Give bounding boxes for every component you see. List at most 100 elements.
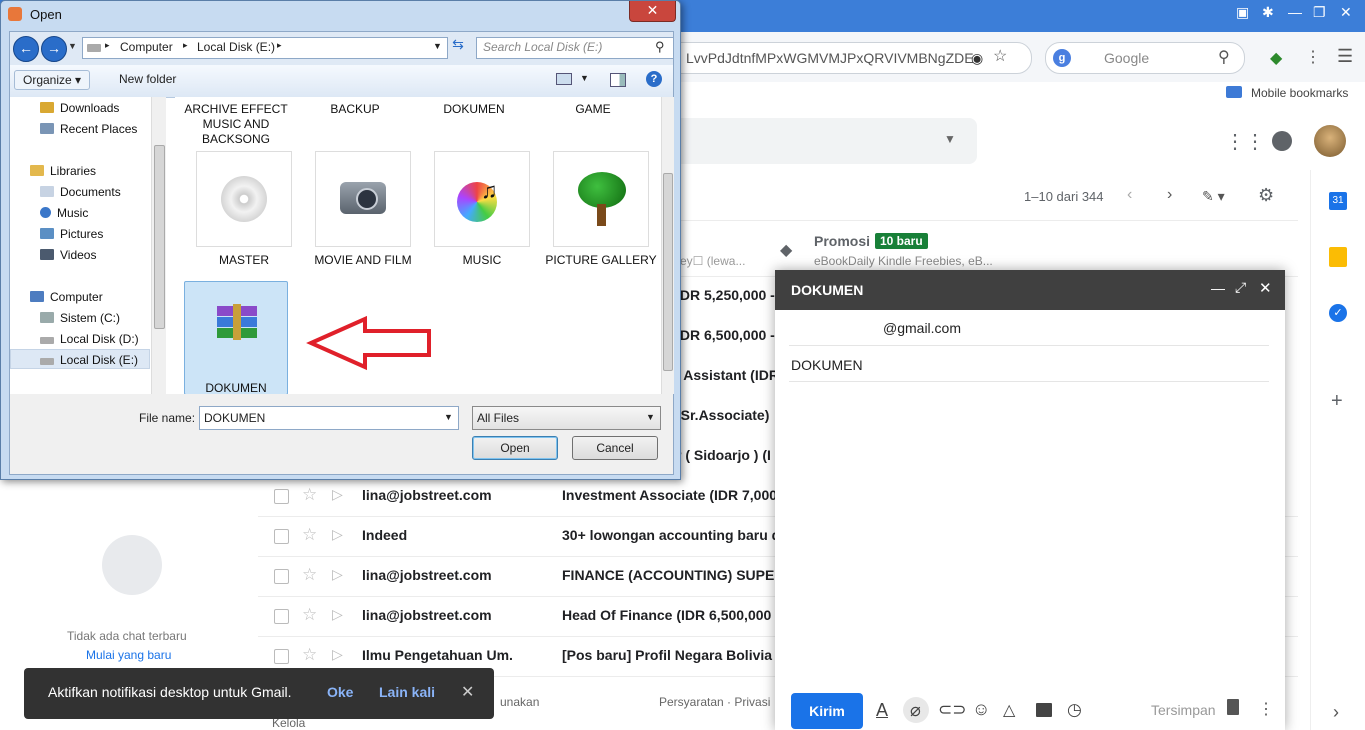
mobile-bookmarks[interactable]: Mobile bookmarks [1251,86,1348,100]
search-icon[interactable]: ⚲ [655,39,665,55]
folder-item-movie[interactable]: MOVIE AND FILM [298,151,428,267]
dialog-search-input[interactable]: Search Local Disk (E:) ⚲ [476,37,674,59]
insert-photo-icon[interactable] [1036,703,1052,717]
next-page-icon[interactable]: › [1167,186,1172,204]
footer-left-text[interactable]: unakan [500,695,539,709]
filename-input[interactable]: DOKUMEN ▼ [199,406,459,430]
input-tools-icon[interactable]: ✎ ▾ [1202,188,1225,205]
browser-extension-icon[interactable]: ▣ [1236,4,1249,21]
nav-scroll-thumb[interactable] [154,145,165,329]
apps-grid-icon[interactable]: ⋮⋮ [1225,129,1265,154]
address-breadcrumb[interactable]: ▸ Computer ▸ Local Disk (E:) ▸ ▼ [82,37,448,59]
folder-item[interactable]: GAME [528,102,658,116]
expand-panel-icon[interactable]: › [1333,702,1339,723]
settings-gear-icon[interactable]: ⚙ [1258,185,1274,206]
important-icon[interactable]: ▷ [332,566,343,583]
recent-pages-icon[interactable]: ▼ [68,41,77,51]
dialog-close-button[interactable]: ✕ [629,1,676,22]
subject-field[interactable]: DOKUMEN [791,357,863,373]
reader-icon[interactable]: ◉ [971,43,983,73]
folder-item-picture-gallery[interactable]: PICTURE GALLERY [536,151,666,268]
star-icon[interactable]: ☆ [302,565,317,585]
email-row[interactable]: ☆ ▷ Indeed 30+ lowongan accounting baru d… [258,516,778,556]
nav-item-libraries[interactable]: Libraries [30,164,96,178]
discard-trash-icon[interactable] [1227,699,1239,715]
message-body[interactable] [789,390,1269,680]
nav-item-drive-e[interactable]: Local Disk (E:) [40,353,138,367]
tasks-icon[interactable]: ✓ [1329,304,1347,322]
folder-item[interactable]: ARCHIVE EFFECT MUSIC AND BACKSONG [171,102,301,147]
fullscreen-compose-icon[interactable]: ⤢ [1235,279,1246,296]
hamburger-icon[interactable]: ☰ [1337,46,1353,67]
breadcrumb-item[interactable]: Computer [120,40,173,54]
nav-item-drive-d[interactable]: Local Disk (D:) [40,332,139,346]
nav-item-drive-c[interactable]: Sistem (C:) [40,311,120,325]
important-icon[interactable]: ▷ [332,646,343,663]
star-icon[interactable]: ☆ [302,645,317,665]
keep-icon[interactable] [1329,247,1347,267]
important-icon[interactable]: ▷ [332,486,343,503]
snackbar-close-icon[interactable]: ✕ [461,682,474,702]
confidential-icon[interactable]: ◷ [1067,700,1082,720]
email-row[interactable]: ☆ ▷ lina@jobstreet.com Head Of Finance (I… [258,596,778,636]
compose-header[interactable]: DOKUMEN — ⤢ ✕ [775,270,1285,310]
drive-icon[interactable]: △ [1003,700,1015,720]
row-checkbox[interactable] [274,489,289,504]
filetype-select[interactable]: All Files ▼ [472,406,661,430]
extension-icon[interactable]: ◆ [1270,48,1282,68]
nav-item-computer[interactable]: Computer [30,290,103,304]
nav-item-downloads[interactable]: Downloads [40,101,119,115]
calendar-icon[interactable]: 31 [1329,192,1347,210]
preview-pane-icon[interactable] [610,73,626,87]
menu-dots-icon[interactable]: ⋮ [1305,47,1321,67]
change-view-icon[interactable] [556,73,572,85]
back-arrow-icon[interactable]: ← [13,36,39,62]
row-checkbox[interactable] [274,529,289,544]
gmail-search-bar[interactable]: ▼ [650,118,977,164]
formatting-icon[interactable]: A [876,700,888,721]
prev-page-icon[interactable]: ‹ [1127,186,1132,204]
search-icon[interactable]: ⚲ [1218,47,1230,67]
email-row[interactable]: ☆ ▷ lina@jobstreet.com Investment Associa… [258,476,778,516]
search-options-icon[interactable]: ▼ [944,132,956,146]
address-bar[interactable]: LvvPdJdtnfMPxWGMVMJPxQRVIVMBNgZDE ◉ ☆ [650,42,1032,74]
bookmark-star-icon[interactable]: ☆ [993,43,1007,72]
notifications-icon[interactable] [1272,131,1292,151]
send-button[interactable]: Kirim [791,693,863,729]
link-icon[interactable]: ⊂⊃ [938,700,967,720]
folder-item-music[interactable]: ♫ MUSIC [417,151,547,267]
close-window-icon[interactable]: ✕ [1340,4,1352,21]
chevron-down-icon[interactable]: ▼ [433,41,442,51]
email-row[interactable]: ☆ ▷ lina@jobstreet.com FINANCE (ACCOUNTIN… [258,556,778,596]
organize-button[interactable]: Organize ▾ [14,70,91,90]
folder-item-master[interactable]: MASTER [179,151,309,267]
avatar[interactable] [1314,125,1346,157]
browser-search-box[interactable]: g Google ⚲ [1045,42,1245,74]
star-icon[interactable]: ☆ [302,525,317,545]
star-icon[interactable]: ☆ [302,605,317,625]
forward-arrow-icon[interactable]: → [41,36,67,62]
file-scroll-thumb[interactable] [663,173,673,371]
star-icon[interactable]: ☆ [302,485,317,505]
file-item-dokumen[interactable]: DOKUMEN [171,287,301,395]
restore-icon[interactable]: ❐ [1313,4,1326,21]
nav-scrollbar[interactable] [151,97,166,394]
open-button[interactable]: Open [472,436,558,460]
snackbar-ok-button[interactable]: Oke [327,684,353,700]
file-scrollbar[interactable] [661,97,674,394]
browser-bug-icon[interactable]: ✱ [1262,4,1274,21]
refresh-icon[interactable]: ⇆ [448,36,468,58]
nav-item-pictures[interactable]: Pictures [40,227,103,241]
nav-item-documents[interactable]: Documents [40,185,121,199]
folder-item[interactable]: DOKUMEN [409,102,539,116]
attach-file-icon[interactable]: ⌀ [910,700,921,721]
new-folder-button[interactable]: New folder [119,72,176,86]
row-checkbox[interactable] [274,609,289,624]
help-icon[interactable]: ? [646,71,662,87]
folder-item[interactable]: BACKUP [290,102,420,116]
emoji-icon[interactable]: ☺ [972,699,990,720]
cancel-button[interactable]: Cancel [572,436,658,460]
important-icon[interactable]: ▷ [332,606,343,623]
nav-item-videos[interactable]: Videos [40,248,96,262]
breadcrumb-item[interactable]: Local Disk (E:) [197,40,275,54]
